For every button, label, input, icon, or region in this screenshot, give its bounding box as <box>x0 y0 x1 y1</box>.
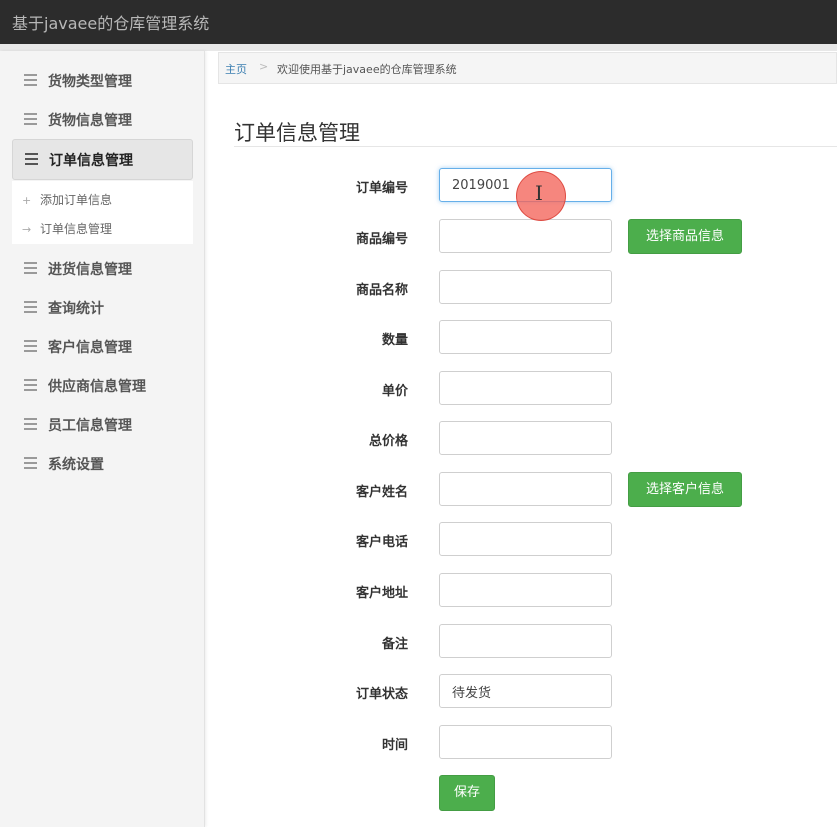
sidebar-item-label: 客户信息管理 <box>48 340 132 356</box>
sidebar-item-employee-info[interactable]: 员工信息管理 <box>12 405 193 443</box>
list-icon <box>24 340 37 352</box>
submenu-item-order-manage[interactable]: → 订单信息管理 <box>22 220 112 237</box>
total-price-input[interactable] <box>439 421 612 455</box>
app-title[interactable]: 基于javaee的仓库管理系统 <box>12 10 209 34</box>
field-label-order-status: 订单状态 <box>355 687 408 702</box>
arrow-icon: → <box>22 223 32 236</box>
remark-input[interactable] <box>439 624 612 658</box>
field-label-product-no: 商品编号 <box>355 232 408 247</box>
field-label-total-price: 总价格 <box>368 434 408 449</box>
sidebar: 货物类型管理 货物信息管理 订单信息管理 + 添加订单信息 → 订单信息管理 进货信… <box>0 51 205 827</box>
field-label-time: 时间 <box>381 738 408 753</box>
sidebar-item-purchase-info[interactable]: 进货信息管理 <box>12 249 193 287</box>
text-cursor-icon: I <box>535 181 543 205</box>
select-customer-button[interactable]: 选择客户信息 <box>628 472 742 507</box>
sidebar-item-label: 供应商信息管理 <box>48 379 146 395</box>
customer-name-input[interactable] <box>439 472 612 506</box>
navbar-divider <box>0 44 837 51</box>
field-label-customer-name: 客户姓名 <box>355 485 408 500</box>
list-icon <box>24 301 37 313</box>
save-button[interactable]: 保存 <box>439 775 495 811</box>
field-label-customer-phone: 客户电话 <box>355 535 408 550</box>
customer-address-input[interactable] <box>439 573 612 607</box>
product-no-input[interactable] <box>439 219 612 253</box>
list-icon <box>24 262 37 274</box>
customer-phone-input[interactable] <box>439 522 612 556</box>
field-label-order-no: 订单编号 <box>355 181 408 196</box>
select-product-button[interactable]: 选择商品信息 <box>628 219 742 254</box>
sidebar-item-supplier-info[interactable]: 供应商信息管理 <box>12 366 193 404</box>
plus-icon: + <box>22 194 32 207</box>
breadcrumb-current: 欢迎使用基于javaee的仓库管理系统 <box>277 63 457 76</box>
breadcrumb: 主页 > 欢迎使用基于javaee的仓库管理系统 <box>218 52 837 84</box>
title-divider <box>234 146 837 147</box>
list-icon <box>24 74 37 86</box>
field-label-remark: 备注 <box>381 637 408 652</box>
sidebar-item-label: 货物类型管理 <box>48 74 132 90</box>
breadcrumb-separator-icon: > <box>259 60 269 73</box>
field-label-unit-price: 单价 <box>381 384 408 399</box>
sidebar-item-order-info[interactable]: 订单信息管理 <box>12 139 193 180</box>
sidebar-item-goods-type[interactable]: 货物类型管理 <box>12 61 193 99</box>
time-input[interactable] <box>439 725 612 759</box>
field-label-product-name: 商品名称 <box>355 283 408 298</box>
field-label-quantity: 数量 <box>381 333 408 348</box>
unit-price-input[interactable] <box>439 371 612 405</box>
sidebar-item-query-stats[interactable]: 查询统计 <box>12 288 193 326</box>
sidebar-item-settings[interactable]: 系统设置 <box>12 444 193 482</box>
sidebar-item-customer-info[interactable]: 客户信息管理 <box>12 327 193 365</box>
top-navbar: 基于javaee的仓库管理系统 <box>0 0 837 44</box>
sidebar-item-label: 货物信息管理 <box>48 113 132 129</box>
page-title: 订单信息管理 <box>234 121 360 145</box>
list-icon <box>24 457 37 469</box>
sidebar-item-label: 系统设置 <box>48 457 104 473</box>
product-name-input[interactable] <box>439 270 612 304</box>
field-label-customer-address: 客户地址 <box>355 586 408 601</box>
sidebar-item-label: 订单信息管理 <box>49 153 133 169</box>
submenu-item-add-order[interactable]: + 添加订单信息 <box>22 191 112 208</box>
sidebar-item-label: 查询统计 <box>48 301 104 317</box>
sidebar-item-goods-info[interactable]: 货物信息管理 <box>12 100 193 138</box>
breadcrumb-home-link[interactable]: 主页 <box>225 61 247 77</box>
list-icon <box>24 113 37 125</box>
list-icon <box>25 153 38 165</box>
quantity-input[interactable] <box>439 320 612 354</box>
order-status-input[interactable] <box>439 674 612 708</box>
list-icon <box>24 418 37 430</box>
submenu-item-label: 订单信息管理 <box>40 222 113 236</box>
list-icon <box>24 379 37 391</box>
sidebar-item-label: 员工信息管理 <box>48 418 132 434</box>
submenu-item-label: 添加订单信息 <box>40 193 113 207</box>
sidebar-item-label: 进货信息管理 <box>48 262 132 278</box>
order-submenu: + 添加订单信息 → 订单信息管理 <box>12 181 193 244</box>
